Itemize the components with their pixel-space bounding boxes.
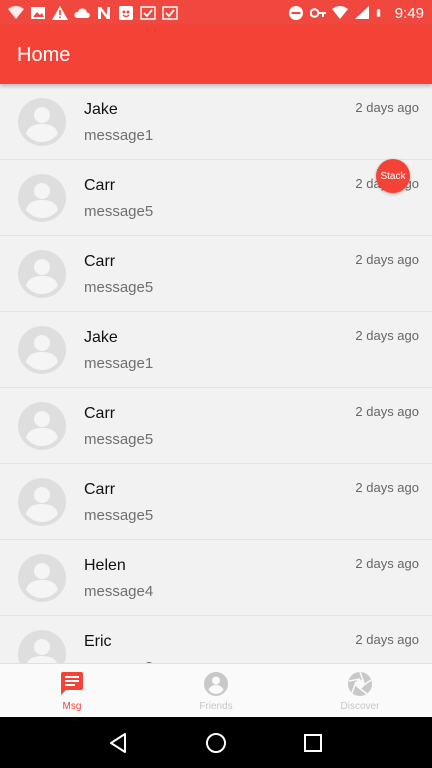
contact-name: Helen <box>84 557 126 574</box>
avatar-icon <box>18 478 66 526</box>
avatar-icon <box>18 326 66 374</box>
list-item[interactable]: Carr message5 2 days ago <box>0 388 432 464</box>
tab-msg[interactable]: Msg <box>0 664 144 717</box>
avatar-icon <box>18 402 66 450</box>
contact-name: Carr <box>84 481 116 498</box>
app-icon <box>119 6 133 20</box>
contact-name: Carr <box>84 405 116 422</box>
avatar-icon <box>18 250 66 298</box>
message-time: 2 days ago <box>355 328 419 343</box>
contact-name: Carr <box>84 177 116 194</box>
status-bar: 9:49 <box>0 0 432 26</box>
message-time: 2 days ago <box>355 404 419 419</box>
message-preview: message5 <box>84 431 154 448</box>
image-icon <box>31 7 45 19</box>
list-item[interactable]: Jake message1 2 days ago <box>0 312 432 388</box>
message-time: 2 days ago <box>355 632 419 647</box>
message-time: 2 days ago <box>355 100 419 115</box>
key-icon <box>309 8 326 18</box>
list-item[interactable]: Carr message5 2 days ago <box>0 160 432 236</box>
check-icon <box>140 6 156 20</box>
contact-name: Jake <box>84 101 118 118</box>
message-preview: message5 <box>84 507 154 524</box>
tab-label: Friends <box>199 701 233 712</box>
avatar-icon <box>18 98 66 146</box>
screen: 9:49 Home Jake message1 2 days ago Carr … <box>0 0 432 768</box>
cloud-icon <box>74 8 90 18</box>
chat-icon <box>61 672 83 695</box>
message-time: 2 days ago <box>355 252 419 267</box>
status-time: 9:49 <box>394 4 424 22</box>
list-item[interactable]: Helen message4 2 days ago <box>0 540 432 616</box>
battery-icon <box>376 9 381 17</box>
contact-name: Eric <box>84 633 112 650</box>
tab-friends[interactable]: Friends <box>144 664 288 717</box>
list-item[interactable]: Jake message1 2 days ago <box>0 84 432 160</box>
message-time: 2 days ago <box>355 556 419 571</box>
tab-label: Msg <box>62 701 82 712</box>
bottom-tab-bar: Msg Friends Discover <box>0 663 432 717</box>
aperture-icon <box>348 671 372 696</box>
contact-name: Jake <box>84 329 118 346</box>
list-item[interactable]: Eric message3 2 days ago <box>0 616 432 663</box>
recents-icon[interactable] <box>301 731 325 755</box>
stack-badge[interactable]: Stack <box>376 159 410 193</box>
message-preview: message4 <box>84 583 154 600</box>
avatar-icon <box>18 554 66 602</box>
back-icon[interactable] <box>107 731 131 755</box>
message-preview: message1 <box>84 127 154 144</box>
signal-icon <box>354 6 369 19</box>
tab-discover[interactable]: Discover <box>288 664 432 717</box>
n-icon <box>98 7 110 19</box>
message-time: 2 days ago <box>355 480 419 495</box>
avatar-icon <box>18 174 66 222</box>
message-list[interactable]: Jake message1 2 days ago Carr message5 2… <box>0 84 432 663</box>
dnd-icon <box>288 6 303 20</box>
check-icon <box>162 6 178 20</box>
app-bar: Home <box>0 26 432 84</box>
home-icon[interactable] <box>204 731 228 755</box>
contact-name: Carr <box>84 253 116 270</box>
message-preview: message1 <box>84 355 154 372</box>
warning-icon <box>52 6 68 20</box>
wifi-icon <box>331 6 348 19</box>
person-icon <box>204 672 228 696</box>
message-preview: message5 <box>84 279 154 296</box>
system-nav-bar <box>0 717 432 768</box>
avatar-icon <box>18 630 66 663</box>
list-item[interactable]: Carr message5 2 days ago <box>0 236 432 312</box>
wifi-question-icon <box>8 6 24 19</box>
tab-label: Discover <box>340 701 380 712</box>
message-preview: message5 <box>84 203 154 220</box>
list-item[interactable]: Carr message5 2 days ago <box>0 464 432 540</box>
page-title: Home <box>17 43 71 66</box>
